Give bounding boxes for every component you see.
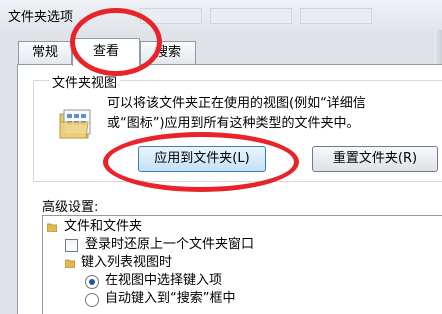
type-into-search-radio[interactable]: [85, 293, 99, 307]
window-title: 文件夹选项: [8, 10, 74, 25]
select-typed-item-radio[interactable]: [85, 275, 99, 289]
title-bar: 文件夹选项: [0, 0, 442, 30]
restore-windows-checkbox[interactable]: [65, 239, 78, 252]
background-window-tab: [210, 8, 292, 24]
background-window-tab: [300, 8, 372, 24]
reset-folders-button[interactable]: 重置文件夹(R): [312, 146, 438, 172]
apply-to-folders-button[interactable]: 应用到文件夹(L): [138, 146, 266, 172]
advanced-settings-list[interactable]: 文件和文件夹 登录时还原上一个文件夹窗口 键入列表视图时 在视图中选择键入项 自…: [42, 215, 442, 314]
folder-icon: [65, 259, 75, 268]
folder-views-description: 可以将该文件夹正在使用的视图(例如“详细信: [107, 96, 366, 111]
folder-views-description: 或“图标”)应用到所有这种类型的文件夹中。: [107, 116, 360, 131]
tab-search[interactable]: 搜索: [140, 41, 196, 64]
folder-icon: [47, 223, 57, 232]
folder-views-legend: 文件夹视图: [49, 72, 121, 91]
tab-general[interactable]: 常规: [18, 41, 72, 64]
advanced-settings-label: 高级设置:: [42, 200, 99, 215]
tab-view[interactable]: 查看: [72, 38, 140, 66]
folder-view-icon: [58, 106, 94, 142]
background-window-tab: [140, 8, 202, 24]
